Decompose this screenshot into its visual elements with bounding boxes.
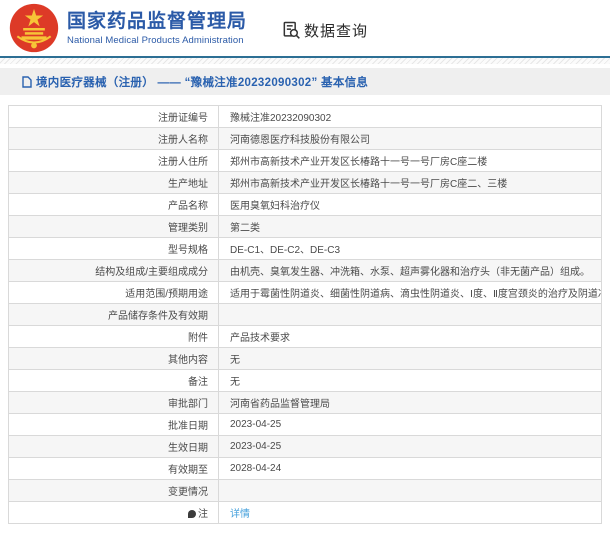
- row-value: DE-C1、DE-C2、DE-C3: [218, 237, 602, 260]
- row-value: 郑州市高新技术产业开发区长椿路十一号一号厂房C座二、三楼: [218, 171, 602, 194]
- row-value: 河南省药品监督管理局: [218, 391, 602, 414]
- row-value: 无: [218, 369, 602, 392]
- row-label: 产品名称: [8, 193, 219, 216]
- row-label: 生效日期: [8, 435, 219, 458]
- row-label: 产品储存条件及有效期: [8, 303, 219, 326]
- table-row: 变更情况: [8, 479, 602, 502]
- table-row: 有效期至 2028-04-24: [8, 457, 602, 480]
- table-row: 型号规格 DE-C1、DE-C2、DE-C3: [8, 237, 602, 260]
- row-label: 有效期至: [8, 457, 219, 480]
- row-value: 医用臭氧妇科治疗仪: [218, 193, 602, 216]
- row-label: 附件: [8, 325, 219, 348]
- table-row: 其他内容无: [8, 347, 602, 370]
- table-row: 批准日期 2023-04-25: [8, 413, 602, 436]
- row-value: 河南德恩医疗科技股份有限公司: [218, 127, 602, 150]
- table-row: 产品储存条件及有效期: [8, 303, 602, 326]
- row-label: 注册人住所: [8, 149, 219, 172]
- table-row: 适用范围/预期用途 适用于霉菌性阴道炎、细菌性阴道病、滴虫性阴道炎、Ⅰ度、Ⅱ度宫颈…: [8, 281, 602, 304]
- site-header: 国家药品监督管理局 National Medical Products Admi…: [0, 0, 610, 56]
- registration-info-table: 注册证编号 豫械注准20232090302 注册人名称 河南德恩医疗科技股份有限公司注…: [8, 105, 602, 524]
- row-value: 郑州市高新技术产业开发区长椿路十一号一号厂房C座二楼: [218, 149, 602, 172]
- detail-link[interactable]: 详情: [230, 509, 250, 520]
- row-value: 产品技术要求: [218, 325, 602, 348]
- row-label: 注: [8, 501, 219, 524]
- table-row: 生效日期 2023-04-25: [8, 435, 602, 458]
- breadcrumb: 境内医疗器械（注册） —— “豫械注准20232090302” 基本信息: [0, 68, 610, 95]
- row-value: 无: [218, 347, 602, 370]
- table-row: 注册人名称 河南德恩医疗科技股份有限公司: [8, 127, 602, 150]
- row-value: 由机壳、臭氧发生器、冲洗箱、水泵、超声雾化器和治疗头（非无菌产品）组成。: [218, 259, 602, 282]
- row-value: 适用于霉菌性阴道炎、细菌性阴道病、滴虫性阴道炎、Ⅰ度、Ⅱ度宫颈炎的治疗及阴道冲洗…: [218, 281, 602, 304]
- row-label: 管理类别: [8, 215, 219, 238]
- table-row: 备注无: [8, 369, 602, 392]
- row-label: 其他内容: [8, 347, 219, 370]
- breadcrumb-text: 境内医疗器械（注册） —— “豫械注准20232090302” 基本信息: [36, 76, 369, 89]
- data-query-nav[interactable]: 数据查询: [281, 20, 368, 41]
- table-row: 注册证编号 豫械注准20232090302: [8, 105, 602, 128]
- document-search-icon: [283, 21, 300, 39]
- agency-title-block: 国家药品监督管理局 National Medical Products Admi…: [67, 11, 247, 46]
- nmpa-national-emblem-logo: [9, 3, 59, 53]
- table-row: 注册人住所 郑州市高新技术产业开发区长椿路十一号一号厂房C座二楼: [8, 149, 602, 172]
- row-value: 豫械注准20232090302: [218, 105, 602, 128]
- table-row: 生产地址 郑州市高新技术产业开发区长椿路十一号一号厂房C座二、三楼: [8, 171, 602, 194]
- row-label: 型号规格: [8, 237, 219, 260]
- row-label: 注册证编号: [8, 105, 219, 128]
- row-value: 2023-04-25: [218, 413, 602, 436]
- row-label: 结构及组成/主要组成成分: [8, 259, 219, 282]
- page-icon: [22, 75, 32, 88]
- table-row: 附件 产品技术要求: [8, 325, 602, 348]
- row-value: 第二类: [218, 215, 602, 238]
- agency-name-en: National Medical Products Administration: [67, 34, 244, 46]
- data-query-label: 数据查询: [304, 22, 369, 40]
- row-label: 变更情况: [8, 479, 219, 502]
- row-value: [218, 479, 602, 502]
- table-row: 注详情: [8, 501, 602, 524]
- row-label: 适用范围/预期用途: [8, 281, 219, 304]
- registration-info-tbody: 注册证编号 豫械注准20232090302 注册人名称 河南德恩医疗科技股份有限公司注…: [8, 105, 602, 524]
- agency-name-cn: 国家药品监督管理局: [67, 10, 248, 32]
- table-row: 审批部门 河南省药品监督管理局: [8, 391, 602, 414]
- row-label: 备注: [8, 369, 219, 392]
- row-label: 审批部门: [8, 391, 219, 414]
- note-icon: [188, 510, 196, 518]
- row-value: 2028-04-24: [218, 457, 602, 480]
- table-row: 结构及组成/主要组成成分 由机壳、臭氧发生器、冲洗箱、水泵、超声雾化器和治疗头（非…: [8, 259, 602, 282]
- table-row: 产品名称 医用臭氧妇科治疗仪: [8, 193, 602, 216]
- table-row: 管理类别 第二类: [8, 215, 602, 238]
- row-label: 注册人名称: [8, 127, 219, 150]
- row-value: [218, 303, 602, 326]
- row-label: 生产地址: [8, 171, 219, 194]
- row-value: 2023-04-25: [218, 435, 602, 458]
- row-label: 批准日期: [8, 413, 219, 436]
- row-value: 详情: [218, 501, 602, 524]
